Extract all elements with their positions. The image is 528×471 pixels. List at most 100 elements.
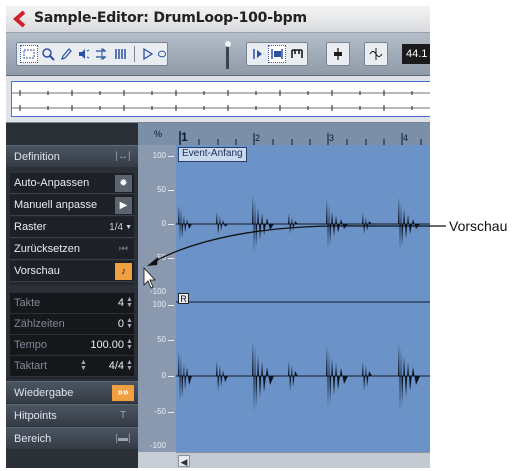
callout-label: Vorschau (449, 218, 508, 234)
hitpoints-label: Hitpoints (14, 410, 57, 422)
play-icon (143, 47, 154, 61)
horizontal-scrollbar[interactable]: ◀ (176, 452, 430, 468)
snap-to-zero-icon (369, 48, 383, 60)
zuruecksetzen-button[interactable]: Zurücksetzen ⏮ (10, 239, 134, 260)
timeline-ruler[interactable]: % 1 2 3 4 (138, 123, 430, 146)
scrub-icon (96, 48, 107, 60)
auto-scroll-button[interactable] (268, 45, 286, 63)
sidebar: Definition |↔| Auto-Anpassen ✹ Manuell a… (6, 123, 138, 468)
event-start-marker[interactable]: Event-Anfang (178, 147, 247, 162)
note-icon[interactable]: ♪ (115, 263, 132, 280)
select-range-button[interactable] (20, 45, 38, 63)
taktart-value: 4/4 (108, 360, 124, 372)
loop-icon (157, 50, 167, 58)
wiedergabe-section-header[interactable]: Wiedergabe »» (6, 381, 138, 403)
fast-forward-icon[interactable]: »» (112, 385, 134, 401)
audition-button[interactable] (75, 45, 93, 63)
select-range-icon (23, 49, 35, 59)
definition-panel: Auto-Anpassen ✹ Manuell anpasse ▶ Raster… (10, 173, 134, 285)
play-button[interactable] (139, 45, 157, 63)
zuruecksetzen-label: Zurücksetzen (14, 243, 81, 255)
scale-tick (168, 376, 174, 377)
scale-tick (168, 190, 174, 191)
level-knob-icon[interactable] (225, 41, 231, 47)
scale-tick (168, 224, 174, 225)
scale-label: 0 (161, 219, 166, 228)
tool-group-level (326, 42, 350, 66)
auto-scroll-icon (271, 49, 283, 59)
hitpoint-marker-icon[interactable]: T (112, 408, 134, 424)
tempo-label: Tempo (14, 339, 48, 351)
scale-tick (168, 156, 174, 157)
waveform (176, 195, 430, 413)
reset-icon[interactable]: ⏮ (115, 241, 132, 258)
vorschau-button[interactable]: Vorschau ♪ (10, 261, 134, 282)
snap-icon (253, 49, 262, 59)
toolbar: 44.1 (6, 33, 430, 76)
hitpoint-icon (115, 49, 126, 59)
scale-label: -100 (149, 441, 166, 450)
marker-button[interactable] (288, 45, 306, 63)
taktart-field[interactable]: Taktart ▲ ▼ 4/4 ▲ ▼ (10, 356, 134, 377)
tool-group-view (246, 42, 308, 66)
definition-section-header[interactable]: Definition |↔| (6, 145, 138, 167)
back-arrow-icon[interactable] (12, 10, 28, 28)
level-icon (334, 48, 342, 60)
tempo-value: 100.00 (90, 339, 124, 351)
raster-select[interactable]: 1/4 ▼ (109, 219, 132, 236)
range-icon[interactable]: |▬| (112, 431, 134, 447)
raster-value: 1/4 (109, 222, 124, 233)
auto-anpassen-button[interactable]: Auto-Anpassen ✹ (10, 173, 134, 194)
taktart-label: Taktart (14, 360, 48, 372)
ruler-bar-1: 1 (181, 130, 188, 144)
scale-tick (168, 340, 174, 341)
bereich-section-header[interactable]: Bereich |▬| (6, 427, 138, 449)
takte-stepper-icon[interactable]: ▲ ▼ (126, 296, 133, 310)
taktart-stepper-icon[interactable]: ▲ ▼ (126, 359, 133, 373)
wiedergabe-label: Wiedergabe (14, 387, 74, 399)
hitpoint-button[interactable] (112, 45, 130, 63)
window-title: Sample-Editor: DrumLoop-100-bpm (34, 10, 307, 26)
ruler-bar-3: 3 (329, 133, 335, 143)
overview-visible-range[interactable] (11, 81, 430, 117)
takte-field[interactable]: Takte 4 ▲ ▼ (10, 293, 134, 314)
scale-label: -50 (154, 407, 166, 416)
chevron-down-icon: ▼ (125, 224, 132, 231)
musical-settings-panel: Takte 4 ▲ ▼ Zählzeiten 0 ▲ ▼ Tempo 100.00 … (10, 293, 134, 379)
zaehlzeiten-stepper-icon[interactable]: ▲ ▼ (126, 317, 133, 331)
sample-editor-window: Sample-Editor: DrumLoop-100-bpm 44.1 Def… (6, 6, 430, 468)
scale-label: 100 (152, 300, 166, 309)
toolbar-divider (134, 46, 135, 62)
scale-tick (168, 258, 174, 259)
manuell-anpassen-button[interactable]: Manuell anpasse ▶ (10, 195, 134, 216)
level-button[interactable] (329, 45, 347, 63)
tempo-stepper-icon[interactable]: ▲ ▼ (126, 338, 133, 352)
zoom-button[interactable] (39, 45, 57, 63)
zaehlzeiten-value: 0 (117, 318, 124, 330)
definition-expand-icon[interactable]: |↔| (112, 149, 134, 165)
scale-label: 0 (161, 371, 166, 380)
tool-group-edit (16, 42, 168, 66)
scroll-left-icon[interactable]: ◀ (178, 455, 190, 467)
scale-label: 50 (157, 253, 166, 262)
hitpoints-section-header[interactable]: Hitpoints T (6, 404, 138, 426)
waveform-display[interactable] (176, 145, 430, 452)
taktart-numerator-stepper-icon[interactable]: ▲ ▼ (80, 359, 87, 372)
marker-icon (291, 49, 303, 58)
tempo-field[interactable]: Tempo 100.00 ▲ ▼ (10, 335, 134, 356)
title-bar: Sample-Editor: DrumLoop-100-bpm (6, 6, 430, 33)
zaehlzeiten-field[interactable]: Zählzeiten 0 ▲ ▼ (10, 314, 134, 335)
overview-line[interactable] (6, 76, 430, 123)
gear-icon[interactable]: ✹ (115, 175, 132, 192)
definition-label: Definition (14, 151, 60, 163)
snap-button[interactable] (249, 45, 267, 63)
play-arrow-icon[interactable]: ▶ (115, 197, 132, 214)
pencil-button[interactable] (57, 45, 75, 63)
zaehlzeiten-label: Zählzeiten (14, 318, 65, 330)
sample-rate-readout: 44.1 (402, 44, 430, 64)
raster-row: Raster 1/4 ▼ (10, 217, 134, 238)
loop-button[interactable] (157, 45, 167, 63)
scrub-button[interactable] (93, 45, 111, 63)
scale-label: 50 (157, 335, 166, 344)
snap-to-zero-button[interactable] (367, 45, 385, 63)
